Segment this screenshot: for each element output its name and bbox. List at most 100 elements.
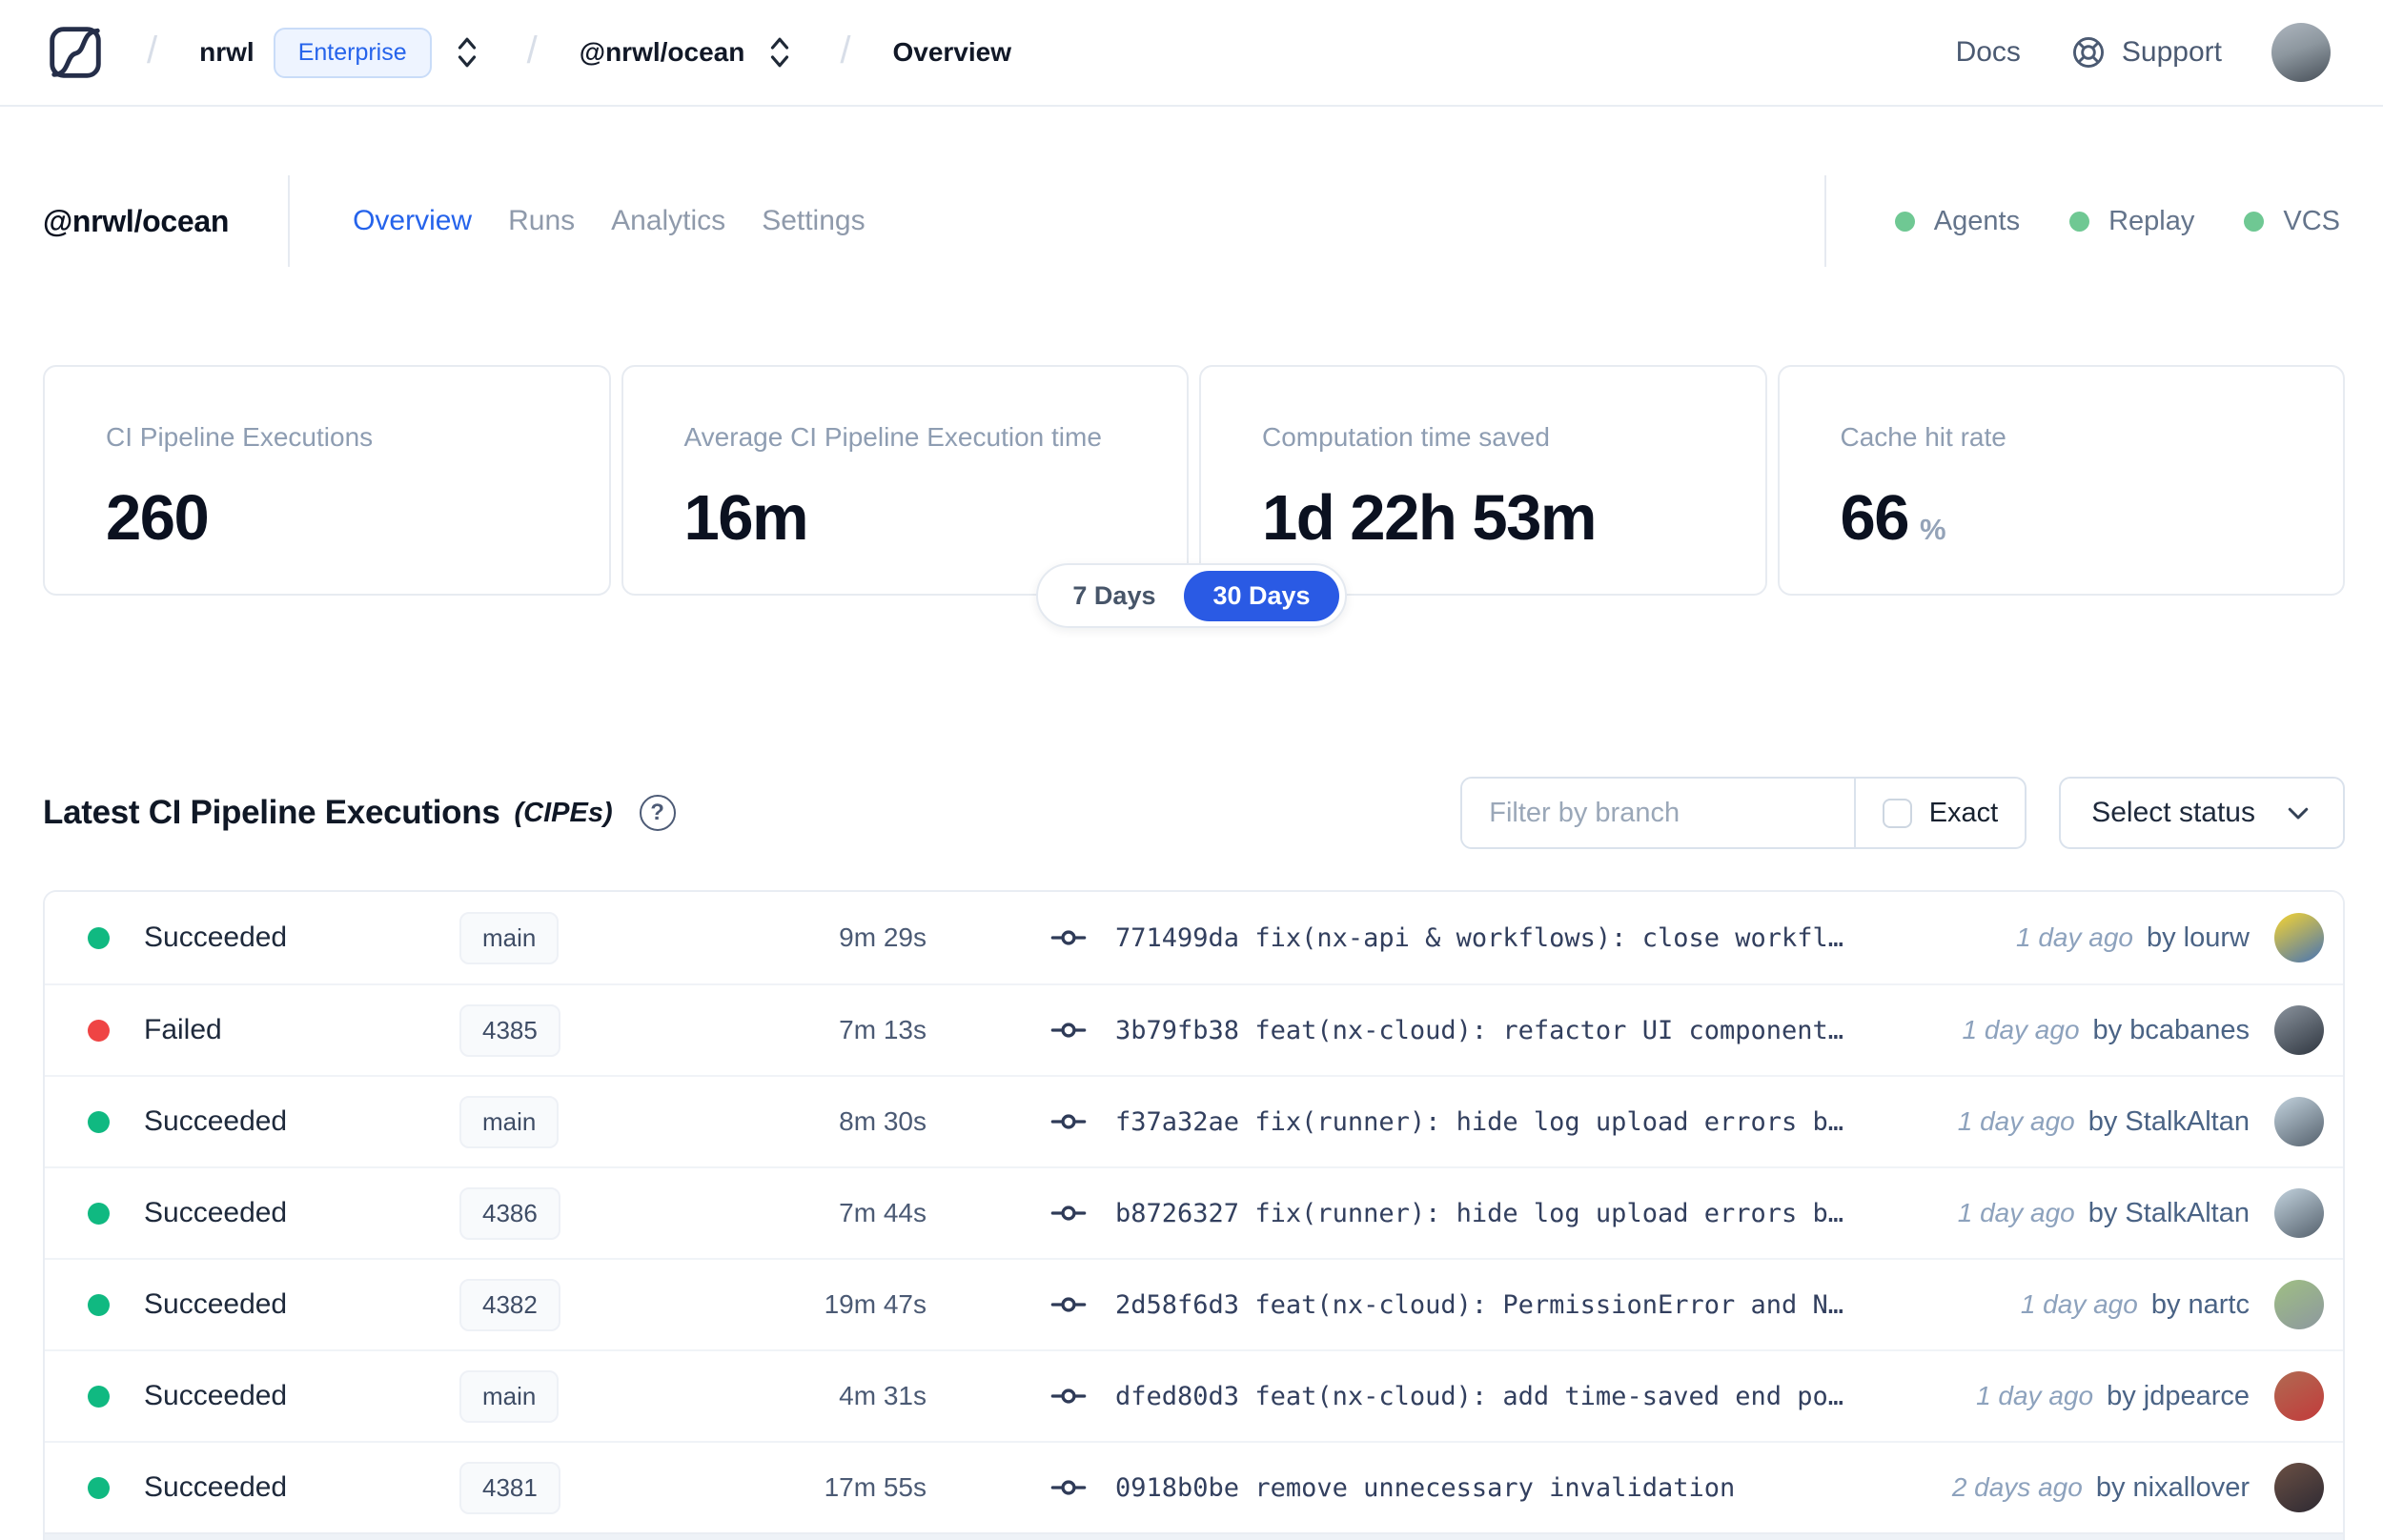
duration: 19m 47s: [824, 1289, 927, 1319]
toggle-7-days[interactable]: 7 Days: [1044, 571, 1184, 621]
tab-runs[interactable]: Runs: [508, 205, 575, 237]
stat-value: 66: [1840, 482, 1910, 554]
cipe-filter-controls: Exact Select status: [1460, 777, 2345, 849]
stat-card-ci-pipeline-executions: CI Pipeline Executions 260: [43, 365, 611, 596]
branch-cell: 4386: [459, 1186, 784, 1240]
feature-agents: Agents: [1894, 206, 2020, 237]
commit-cell: 0918b0be remove unnecessary invalidation: [1049, 1468, 1924, 1508]
exact-label: Exact: [1928, 797, 1999, 828]
divider: [288, 175, 291, 267]
branch-chip: main: [459, 1369, 560, 1423]
table-row[interactable]: Succeeded main 8m 30s f37a32ae fix(runne…: [45, 1075, 2343, 1166]
stat-label: Cache hit rate: [1840, 422, 2006, 452]
breadcrumb-workspace[interactable]: @nrwl/ocean: [580, 37, 745, 68]
table-row[interactable]: Succeeded 4381 17m 55s 0918b0be remove u…: [45, 1441, 2343, 1532]
git-commit-icon: [1049, 1010, 1089, 1050]
time-ago: 1 day ago: [2020, 1289, 2138, 1319]
cipe-table-body: Succeeded main 9m 29s 771499da fix(nx-ap…: [45, 892, 2343, 1532]
exact-filter: Exact: [1853, 779, 2026, 847]
commit-cell: 3b79fb38 feat(nx-cloud): refactor UI com…: [1049, 1010, 1934, 1050]
commit-message: f37a32ae fix(runner): hide log upload er…: [1115, 1106, 1844, 1137]
status-cell: Succeeded: [88, 1471, 459, 1504]
status-label: Succeeded: [144, 1471, 288, 1503]
status-cell: Succeeded: [88, 1288, 459, 1321]
docs-link[interactable]: Docs: [1956, 36, 2021, 69]
author: by StalkAltan: [2088, 1105, 2250, 1137]
author: by nixallover: [2095, 1471, 2250, 1503]
cipe-section-header: Latest CI Pipeline Executions (CIPEs) ? …: [43, 777, 2345, 849]
stat-label: Computation time saved: [1262, 422, 1550, 452]
meta-cell: 1 day ago by lourw: [1987, 922, 2250, 954]
top-navigation-bar: / nrwl Enterprise / @nrwl/ocean / Overvi…: [0, 0, 2383, 107]
time-ago: 1 day ago: [1957, 1106, 2075, 1136]
branch-filter-input[interactable]: [1462, 779, 1854, 847]
status-cell: Failed: [88, 1014, 459, 1046]
avatar: [2274, 1463, 2324, 1512]
select-status-dropdown[interactable]: Select status: [2059, 777, 2345, 849]
stats-card-row: CI Pipeline Executions 260 Average CI Pi…: [43, 365, 2345, 596]
author: by jdpearce: [2107, 1380, 2250, 1411]
avatar: [2274, 913, 2324, 962]
status-dot-icon: [1894, 211, 1915, 232]
section-title: Latest CI Pipeline Executions: [43, 794, 500, 831]
author: by StalkAltan: [2088, 1197, 2250, 1228]
status-label: Failed: [144, 1014, 222, 1045]
table-row[interactable]: Failed 4385 7m 13s 3b79fb38 feat(nx-clou…: [45, 983, 2343, 1075]
status-dot-icon: [2069, 211, 2090, 232]
workspace-tabs: Overview Runs Analytics Settings: [353, 205, 866, 237]
exact-checkbox[interactable]: [1882, 798, 1912, 828]
branch-chip: 4381: [459, 1461, 560, 1514]
meta-cell: 1 day ago by StalkAltan: [1929, 1198, 2250, 1229]
avatar: [2274, 1005, 2324, 1055]
toggle-30-days[interactable]: 30 Days: [1184, 570, 1339, 621]
cipe-table: Succeeded main 9m 29s 771499da fix(nx-ap…: [43, 890, 2345, 1540]
commit-cell: dfed80d3 feat(nx-cloud): add time-saved …: [1049, 1376, 1947, 1416]
chevron-down-icon: [2288, 807, 2309, 820]
table-row[interactable]: Succeeded main 4m 31s dfed80d3 feat(nx-c…: [45, 1349, 2343, 1441]
feature-label: VCS: [2283, 205, 2340, 236]
next-row-cutoff: [45, 1532, 2343, 1540]
stat-label: CI Pipeline Executions: [106, 422, 374, 452]
status-dot-icon: [88, 1476, 110, 1499]
avatar: [2274, 1371, 2324, 1421]
status-dot-icon: [88, 1202, 110, 1225]
avatar: [2274, 1188, 2324, 1238]
tab-overview[interactable]: Overview: [353, 205, 472, 237]
git-commit-icon: [1049, 1102, 1089, 1142]
tab-settings[interactable]: Settings: [762, 205, 865, 237]
branch-chip: 4385: [459, 1003, 560, 1057]
org-switcher-chevron-icon[interactable]: [453, 31, 485, 73]
duration: 4m 31s: [839, 1381, 927, 1410]
meta-cell: 1 day ago by nartc: [1992, 1289, 2250, 1321]
table-row[interactable]: Succeeded main 9m 29s 771499da fix(nx-ap…: [45, 892, 2343, 983]
workspace-switcher-chevron-icon[interactable]: [765, 31, 798, 73]
avatar: [2274, 1097, 2324, 1146]
feature-vcs: VCS: [2244, 206, 2340, 237]
support-link[interactable]: Support: [2070, 34, 2222, 71]
help-icon[interactable]: ?: [639, 795, 676, 831]
branch-cell: main: [459, 1369, 784, 1423]
git-commit-icon: [1049, 918, 1089, 958]
breadcrumb-org[interactable]: nrwl: [199, 37, 255, 68]
stat-value: 16m: [683, 482, 809, 554]
branch-cell: main: [459, 1095, 784, 1148]
commit-message: 3b79fb38 feat(nx-cloud): refactor UI com…: [1115, 1015, 1844, 1045]
status-label: Succeeded: [144, 1197, 288, 1228]
user-avatar[interactable]: [2271, 23, 2331, 82]
feature-status-list: Agents Replay VCS: [1823, 175, 2340, 267]
duration: 8m 30s: [839, 1106, 927, 1136]
commit-message: b8726327 fix(runner): hide log upload er…: [1115, 1198, 1844, 1228]
stat-card-computation-time-saved: Computation time saved 1d 22h 53m: [1199, 365, 1767, 596]
feature-replay: Replay: [2069, 206, 2194, 237]
table-row[interactable]: Succeeded 4382 19m 47s 2d58f6d3 feat(nx-…: [45, 1258, 2343, 1349]
meta-cell: 1 day ago by jdpearce: [1947, 1381, 2250, 1412]
tab-analytics[interactable]: Analytics: [611, 205, 725, 237]
section-subtitle: (CIPEs): [514, 797, 613, 828]
branch-chip: main: [459, 911, 560, 964]
nx-cloud-logo-icon[interactable]: [46, 23, 105, 82]
commit-cell: b8726327 fix(runner): hide log upload er…: [1049, 1193, 1929, 1233]
stat-card-cache-hit-rate: Cache hit rate 66%: [1777, 365, 2345, 596]
branch-chip: 4386: [459, 1186, 560, 1240]
nx-cloud-overview-page: / nrwl Enterprise / @nrwl/ocean / Overvi…: [0, 0, 2383, 1540]
table-row[interactable]: Succeeded 4386 7m 44s b8726327 fix(runne…: [45, 1166, 2343, 1258]
